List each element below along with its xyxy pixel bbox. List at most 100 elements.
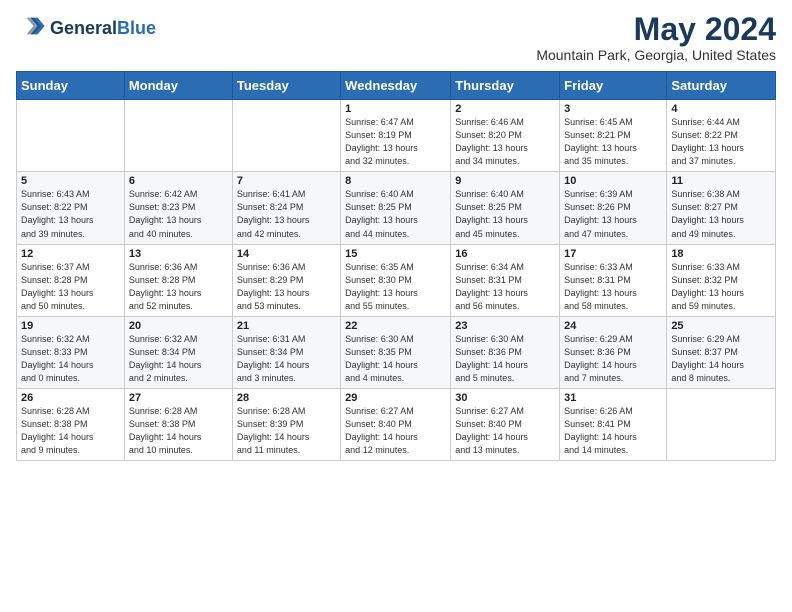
day-number: 31 <box>564 392 662 404</box>
calendar-cell: 16Sunrise: 6:34 AM Sunset: 8:31 PM Dayli… <box>451 244 560 316</box>
day-number: 21 <box>237 320 336 332</box>
calendar-cell: 3Sunrise: 6:45 AM Sunset: 8:21 PM Daylig… <box>560 100 667 172</box>
day-number: 30 <box>455 392 555 404</box>
calendar-cell: 7Sunrise: 6:41 AM Sunset: 8:24 PM Daylig… <box>232 172 340 244</box>
calendar-header-wednesday: Wednesday <box>341 72 451 100</box>
day-info: Sunrise: 6:43 AM Sunset: 8:22 PM Dayligh… <box>21 188 120 240</box>
calendar-cell: 26Sunrise: 6:28 AM Sunset: 8:38 PM Dayli… <box>17 388 125 460</box>
day-number: 17 <box>564 248 662 260</box>
day-info: Sunrise: 6:37 AM Sunset: 8:28 PM Dayligh… <box>21 261 120 313</box>
calendar-cell: 24Sunrise: 6:29 AM Sunset: 8:36 PM Dayli… <box>560 316 667 388</box>
day-number: 8 <box>345 175 446 187</box>
day-number: 27 <box>129 392 228 404</box>
day-info: Sunrise: 6:33 AM Sunset: 8:32 PM Dayligh… <box>671 261 771 313</box>
calendar-cell: 20Sunrise: 6:32 AM Sunset: 8:34 PM Dayli… <box>124 316 232 388</box>
main-title: May 2024 <box>536 12 776 47</box>
day-info: Sunrise: 6:47 AM Sunset: 8:19 PM Dayligh… <box>345 116 446 168</box>
calendar-cell: 21Sunrise: 6:31 AM Sunset: 8:34 PM Dayli… <box>232 316 340 388</box>
day-info: Sunrise: 6:30 AM Sunset: 8:36 PM Dayligh… <box>455 333 555 385</box>
calendar-header-friday: Friday <box>560 72 667 100</box>
day-info: Sunrise: 6:32 AM Sunset: 8:34 PM Dayligh… <box>129 333 228 385</box>
day-info: Sunrise: 6:38 AM Sunset: 8:27 PM Dayligh… <box>671 188 771 240</box>
day-info: Sunrise: 6:31 AM Sunset: 8:34 PM Dayligh… <box>237 333 336 385</box>
day-info: Sunrise: 6:30 AM Sunset: 8:35 PM Dayligh… <box>345 333 446 385</box>
day-number: 4 <box>671 103 771 115</box>
day-number: 6 <box>129 175 228 187</box>
day-info: Sunrise: 6:34 AM Sunset: 8:31 PM Dayligh… <box>455 261 555 313</box>
calendar-cell: 10Sunrise: 6:39 AM Sunset: 8:26 PM Dayli… <box>560 172 667 244</box>
day-number: 24 <box>564 320 662 332</box>
calendar-header-tuesday: Tuesday <box>232 72 340 100</box>
calendar-header-thursday: Thursday <box>451 72 560 100</box>
calendar-cell: 12Sunrise: 6:37 AM Sunset: 8:28 PM Dayli… <box>17 244 125 316</box>
header: GeneralBlue May 2024 Mountain Park, Geor… <box>16 12 776 63</box>
calendar-cell <box>124 100 232 172</box>
day-number: 9 <box>455 175 555 187</box>
day-number: 2 <box>455 103 555 115</box>
calendar-cell: 29Sunrise: 6:27 AM Sunset: 8:40 PM Dayli… <box>341 388 451 460</box>
day-info: Sunrise: 6:40 AM Sunset: 8:25 PM Dayligh… <box>455 188 555 240</box>
calendar-cell: 31Sunrise: 6:26 AM Sunset: 8:41 PM Dayli… <box>560 388 667 460</box>
day-number: 12 <box>21 248 120 260</box>
calendar-cell: 14Sunrise: 6:36 AM Sunset: 8:29 PM Dayli… <box>232 244 340 316</box>
calendar-cell: 2Sunrise: 6:46 AM Sunset: 8:20 PM Daylig… <box>451 100 560 172</box>
day-number: 1 <box>345 103 446 115</box>
day-number: 15 <box>345 248 446 260</box>
day-info: Sunrise: 6:28 AM Sunset: 8:38 PM Dayligh… <box>129 405 228 457</box>
calendar-cell: 18Sunrise: 6:33 AM Sunset: 8:32 PM Dayli… <box>667 244 776 316</box>
day-info: Sunrise: 6:29 AM Sunset: 8:37 PM Dayligh… <box>671 333 771 385</box>
calendar-cell: 8Sunrise: 6:40 AM Sunset: 8:25 PM Daylig… <box>341 172 451 244</box>
day-info: Sunrise: 6:28 AM Sunset: 8:38 PM Dayligh… <box>21 405 120 457</box>
calendar-cell <box>667 388 776 460</box>
calendar-cell: 15Sunrise: 6:35 AM Sunset: 8:30 PM Dayli… <box>341 244 451 316</box>
day-number: 10 <box>564 175 662 187</box>
day-number: 18 <box>671 248 771 260</box>
day-info: Sunrise: 6:45 AM Sunset: 8:21 PM Dayligh… <box>564 116 662 168</box>
day-info: Sunrise: 6:36 AM Sunset: 8:29 PM Dayligh… <box>237 261 336 313</box>
page: GeneralBlue May 2024 Mountain Park, Geor… <box>0 0 792 473</box>
calendar-week-row: 5Sunrise: 6:43 AM Sunset: 8:22 PM Daylig… <box>17 172 776 244</box>
day-info: Sunrise: 6:39 AM Sunset: 8:26 PM Dayligh… <box>564 188 662 240</box>
day-number: 11 <box>671 175 771 187</box>
day-info: Sunrise: 6:44 AM Sunset: 8:22 PM Dayligh… <box>671 116 771 168</box>
calendar-table: SundayMondayTuesdayWednesdayThursdayFrid… <box>16 71 776 461</box>
calendar-week-row: 1Sunrise: 6:47 AM Sunset: 8:19 PM Daylig… <box>17 100 776 172</box>
calendar-cell: 4Sunrise: 6:44 AM Sunset: 8:22 PM Daylig… <box>667 100 776 172</box>
day-info: Sunrise: 6:35 AM Sunset: 8:30 PM Dayligh… <box>345 261 446 313</box>
day-info: Sunrise: 6:33 AM Sunset: 8:31 PM Dayligh… <box>564 261 662 313</box>
day-info: Sunrise: 6:27 AM Sunset: 8:40 PM Dayligh… <box>345 405 446 457</box>
day-info: Sunrise: 6:32 AM Sunset: 8:33 PM Dayligh… <box>21 333 120 385</box>
calendar-cell: 22Sunrise: 6:30 AM Sunset: 8:35 PM Dayli… <box>341 316 451 388</box>
day-number: 14 <box>237 248 336 260</box>
calendar-cell: 23Sunrise: 6:30 AM Sunset: 8:36 PM Dayli… <box>451 316 560 388</box>
calendar-cell: 19Sunrise: 6:32 AM Sunset: 8:33 PM Dayli… <box>17 316 125 388</box>
day-number: 13 <box>129 248 228 260</box>
day-number: 23 <box>455 320 555 332</box>
logo-icon <box>18 12 46 40</box>
calendar-cell: 1Sunrise: 6:47 AM Sunset: 8:19 PM Daylig… <box>341 100 451 172</box>
day-number: 20 <box>129 320 228 332</box>
day-info: Sunrise: 6:27 AM Sunset: 8:40 PM Dayligh… <box>455 405 555 457</box>
calendar-header-monday: Monday <box>124 72 232 100</box>
calendar-cell <box>232 100 340 172</box>
subtitle: Mountain Park, Georgia, United States <box>536 47 776 63</box>
calendar-cell: 6Sunrise: 6:42 AM Sunset: 8:23 PM Daylig… <box>124 172 232 244</box>
calendar-cell <box>17 100 125 172</box>
day-info: Sunrise: 6:28 AM Sunset: 8:39 PM Dayligh… <box>237 405 336 457</box>
day-number: 29 <box>345 392 446 404</box>
day-number: 3 <box>564 103 662 115</box>
calendar-cell: 17Sunrise: 6:33 AM Sunset: 8:31 PM Dayli… <box>560 244 667 316</box>
day-number: 19 <box>21 320 120 332</box>
day-number: 28 <box>237 392 336 404</box>
day-number: 16 <box>455 248 555 260</box>
title-block: May 2024 Mountain Park, Georgia, United … <box>536 12 776 63</box>
calendar-header-row: SundayMondayTuesdayWednesdayThursdayFrid… <box>17 72 776 100</box>
calendar-cell: 13Sunrise: 6:36 AM Sunset: 8:28 PM Dayli… <box>124 244 232 316</box>
calendar-cell: 11Sunrise: 6:38 AM Sunset: 8:27 PM Dayli… <box>667 172 776 244</box>
calendar-header-saturday: Saturday <box>667 72 776 100</box>
calendar-cell: 28Sunrise: 6:28 AM Sunset: 8:39 PM Dayli… <box>232 388 340 460</box>
calendar-header-sunday: Sunday <box>17 72 125 100</box>
logo-text: GeneralBlue <box>50 19 156 39</box>
calendar-cell: 27Sunrise: 6:28 AM Sunset: 8:38 PM Dayli… <box>124 388 232 460</box>
calendar-cell: 30Sunrise: 6:27 AM Sunset: 8:40 PM Dayli… <box>451 388 560 460</box>
